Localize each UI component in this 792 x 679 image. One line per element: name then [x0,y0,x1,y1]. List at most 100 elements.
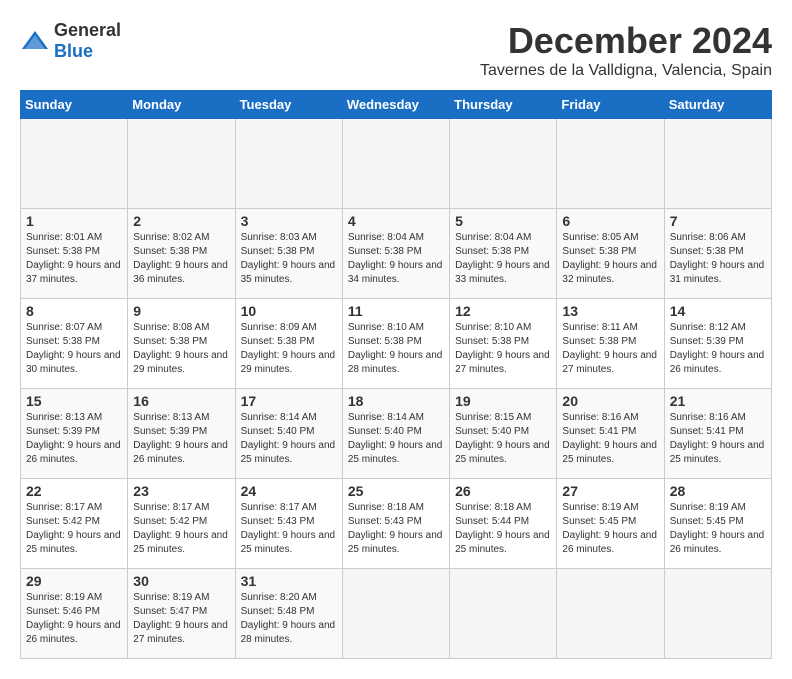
daylight-label: Daylight: 9 hours and 28 minutes. [241,620,336,645]
sunset-label: Sunset: 5:38 PM [562,246,636,257]
day-number: 26 [455,483,551,499]
daylight-label: Daylight: 9 hours and 26 minutes. [26,440,121,465]
sunset-label: Sunset: 5:38 PM [348,246,422,257]
calendar-cell: 4 Sunrise: 8:04 AM Sunset: 5:38 PM Dayli… [342,209,449,299]
day-info: Sunrise: 8:17 AM Sunset: 5:43 PM Dayligh… [241,501,337,557]
calendar-week-1: 1 Sunrise: 8:01 AM Sunset: 5:38 PM Dayli… [21,209,772,299]
day-number: 15 [26,393,122,409]
sunset-label: Sunset: 5:38 PM [26,246,100,257]
calendar-cell: 27 Sunrise: 8:19 AM Sunset: 5:45 PM Dayl… [557,479,664,569]
sunrise-label: Sunrise: 8:18 AM [455,502,531,513]
calendar-cell: 8 Sunrise: 8:07 AM Sunset: 5:38 PM Dayli… [21,299,128,389]
sunset-label: Sunset: 5:39 PM [670,336,744,347]
day-number: 17 [241,393,337,409]
month-title: December 2024 [480,20,772,62]
sunset-label: Sunset: 5:45 PM [562,516,636,527]
col-friday: Friday [557,91,664,119]
calendar-cell: 18 Sunrise: 8:14 AM Sunset: 5:40 PM Dayl… [342,389,449,479]
daylight-label: Daylight: 9 hours and 30 minutes. [26,350,121,375]
daylight-label: Daylight: 9 hours and 32 minutes. [562,260,657,285]
calendar-cell: 20 Sunrise: 8:16 AM Sunset: 5:41 PM Dayl… [557,389,664,479]
col-tuesday: Tuesday [235,91,342,119]
location-title: Tavernes de la Valldigna, Valencia, Spai… [480,62,772,80]
calendar-cell: 17 Sunrise: 8:14 AM Sunset: 5:40 PM Dayl… [235,389,342,479]
daylight-label: Daylight: 9 hours and 31 minutes. [670,260,765,285]
sunset-label: Sunset: 5:38 PM [133,246,207,257]
calendar-week-3: 15 Sunrise: 8:13 AM Sunset: 5:39 PM Dayl… [21,389,772,479]
sunrise-label: Sunrise: 8:19 AM [26,592,102,603]
day-info: Sunrise: 8:08 AM Sunset: 5:38 PM Dayligh… [133,321,229,377]
day-info: Sunrise: 8:02 AM Sunset: 5:38 PM Dayligh… [133,231,229,287]
sunrise-label: Sunrise: 8:09 AM [241,322,317,333]
daylight-label: Daylight: 9 hours and 26 minutes. [670,350,765,375]
sunset-label: Sunset: 5:43 PM [241,516,315,527]
daylight-label: Daylight: 9 hours and 26 minutes. [133,440,228,465]
day-number: 19 [455,393,551,409]
day-number: 9 [133,303,229,319]
day-info: Sunrise: 8:04 AM Sunset: 5:38 PM Dayligh… [348,231,444,287]
day-number: 23 [133,483,229,499]
sunrise-label: Sunrise: 8:04 AM [455,232,531,243]
col-saturday: Saturday [664,91,771,119]
sunrise-label: Sunrise: 8:13 AM [26,412,102,423]
day-number: 4 [348,213,444,229]
day-number: 5 [455,213,551,229]
daylight-label: Daylight: 9 hours and 26 minutes. [562,530,657,555]
day-info: Sunrise: 8:14 AM Sunset: 5:40 PM Dayligh… [241,411,337,467]
sunrise-label: Sunrise: 8:20 AM [241,592,317,603]
sunset-label: Sunset: 5:42 PM [26,516,100,527]
calendar-cell: 16 Sunrise: 8:13 AM Sunset: 5:39 PM Dayl… [128,389,235,479]
sunset-label: Sunset: 5:38 PM [455,246,529,257]
calendar-cell [128,119,235,209]
calendar-cell [342,569,449,659]
calendar-cell: 9 Sunrise: 8:08 AM Sunset: 5:38 PM Dayli… [128,299,235,389]
sunrise-label: Sunrise: 8:02 AM [133,232,209,243]
calendar-cell: 7 Sunrise: 8:06 AM Sunset: 5:38 PM Dayli… [664,209,771,299]
logo: General Blue [20,20,121,62]
sunset-label: Sunset: 5:40 PM [455,426,529,437]
day-number: 7 [670,213,766,229]
sunrise-label: Sunrise: 8:14 AM [348,412,424,423]
day-info: Sunrise: 8:17 AM Sunset: 5:42 PM Dayligh… [26,501,122,557]
day-number: 24 [241,483,337,499]
daylight-label: Daylight: 9 hours and 33 minutes. [455,260,550,285]
calendar-cell [235,119,342,209]
daylight-label: Daylight: 9 hours and 25 minutes. [133,530,228,555]
day-number: 3 [241,213,337,229]
sunset-label: Sunset: 5:38 PM [241,246,315,257]
day-info: Sunrise: 8:01 AM Sunset: 5:38 PM Dayligh… [26,231,122,287]
col-thursday: Thursday [450,91,557,119]
calendar-cell: 23 Sunrise: 8:17 AM Sunset: 5:42 PM Dayl… [128,479,235,569]
sunset-label: Sunset: 5:45 PM [670,516,744,527]
calendar-cell: 29 Sunrise: 8:19 AM Sunset: 5:46 PM Dayl… [21,569,128,659]
day-number: 6 [562,213,658,229]
day-number: 25 [348,483,444,499]
sunrise-label: Sunrise: 8:15 AM [455,412,531,423]
calendar-cell [21,119,128,209]
sunrise-label: Sunrise: 8:17 AM [133,502,209,513]
day-info: Sunrise: 8:10 AM Sunset: 5:38 PM Dayligh… [348,321,444,377]
day-info: Sunrise: 8:09 AM Sunset: 5:38 PM Dayligh… [241,321,337,377]
day-number: 31 [241,573,337,589]
day-info: Sunrise: 8:19 AM Sunset: 5:47 PM Dayligh… [133,591,229,647]
calendar-cell: 2 Sunrise: 8:02 AM Sunset: 5:38 PM Dayli… [128,209,235,299]
calendar-cell [557,569,664,659]
daylight-label: Daylight: 9 hours and 34 minutes. [348,260,443,285]
daylight-label: Daylight: 9 hours and 26 minutes. [670,530,765,555]
daylight-label: Daylight: 9 hours and 27 minutes. [562,350,657,375]
calendar-cell: 3 Sunrise: 8:03 AM Sunset: 5:38 PM Dayli… [235,209,342,299]
calendar-week-4: 22 Sunrise: 8:17 AM Sunset: 5:42 PM Dayl… [21,479,772,569]
sunset-label: Sunset: 5:40 PM [241,426,315,437]
sunrise-label: Sunrise: 8:13 AM [133,412,209,423]
day-info: Sunrise: 8:16 AM Sunset: 5:41 PM Dayligh… [562,411,658,467]
calendar-cell: 6 Sunrise: 8:05 AM Sunset: 5:38 PM Dayli… [557,209,664,299]
calendar-cell [450,569,557,659]
calendar-cell [664,119,771,209]
calendar-cell: 22 Sunrise: 8:17 AM Sunset: 5:42 PM Dayl… [21,479,128,569]
daylight-label: Daylight: 9 hours and 29 minutes. [241,350,336,375]
calendar-week-2: 8 Sunrise: 8:07 AM Sunset: 5:38 PM Dayli… [21,299,772,389]
sunrise-label: Sunrise: 8:14 AM [241,412,317,423]
daylight-label: Daylight: 9 hours and 26 minutes. [26,620,121,645]
calendar-cell: 24 Sunrise: 8:17 AM Sunset: 5:43 PM Dayl… [235,479,342,569]
sunset-label: Sunset: 5:38 PM [562,336,636,347]
